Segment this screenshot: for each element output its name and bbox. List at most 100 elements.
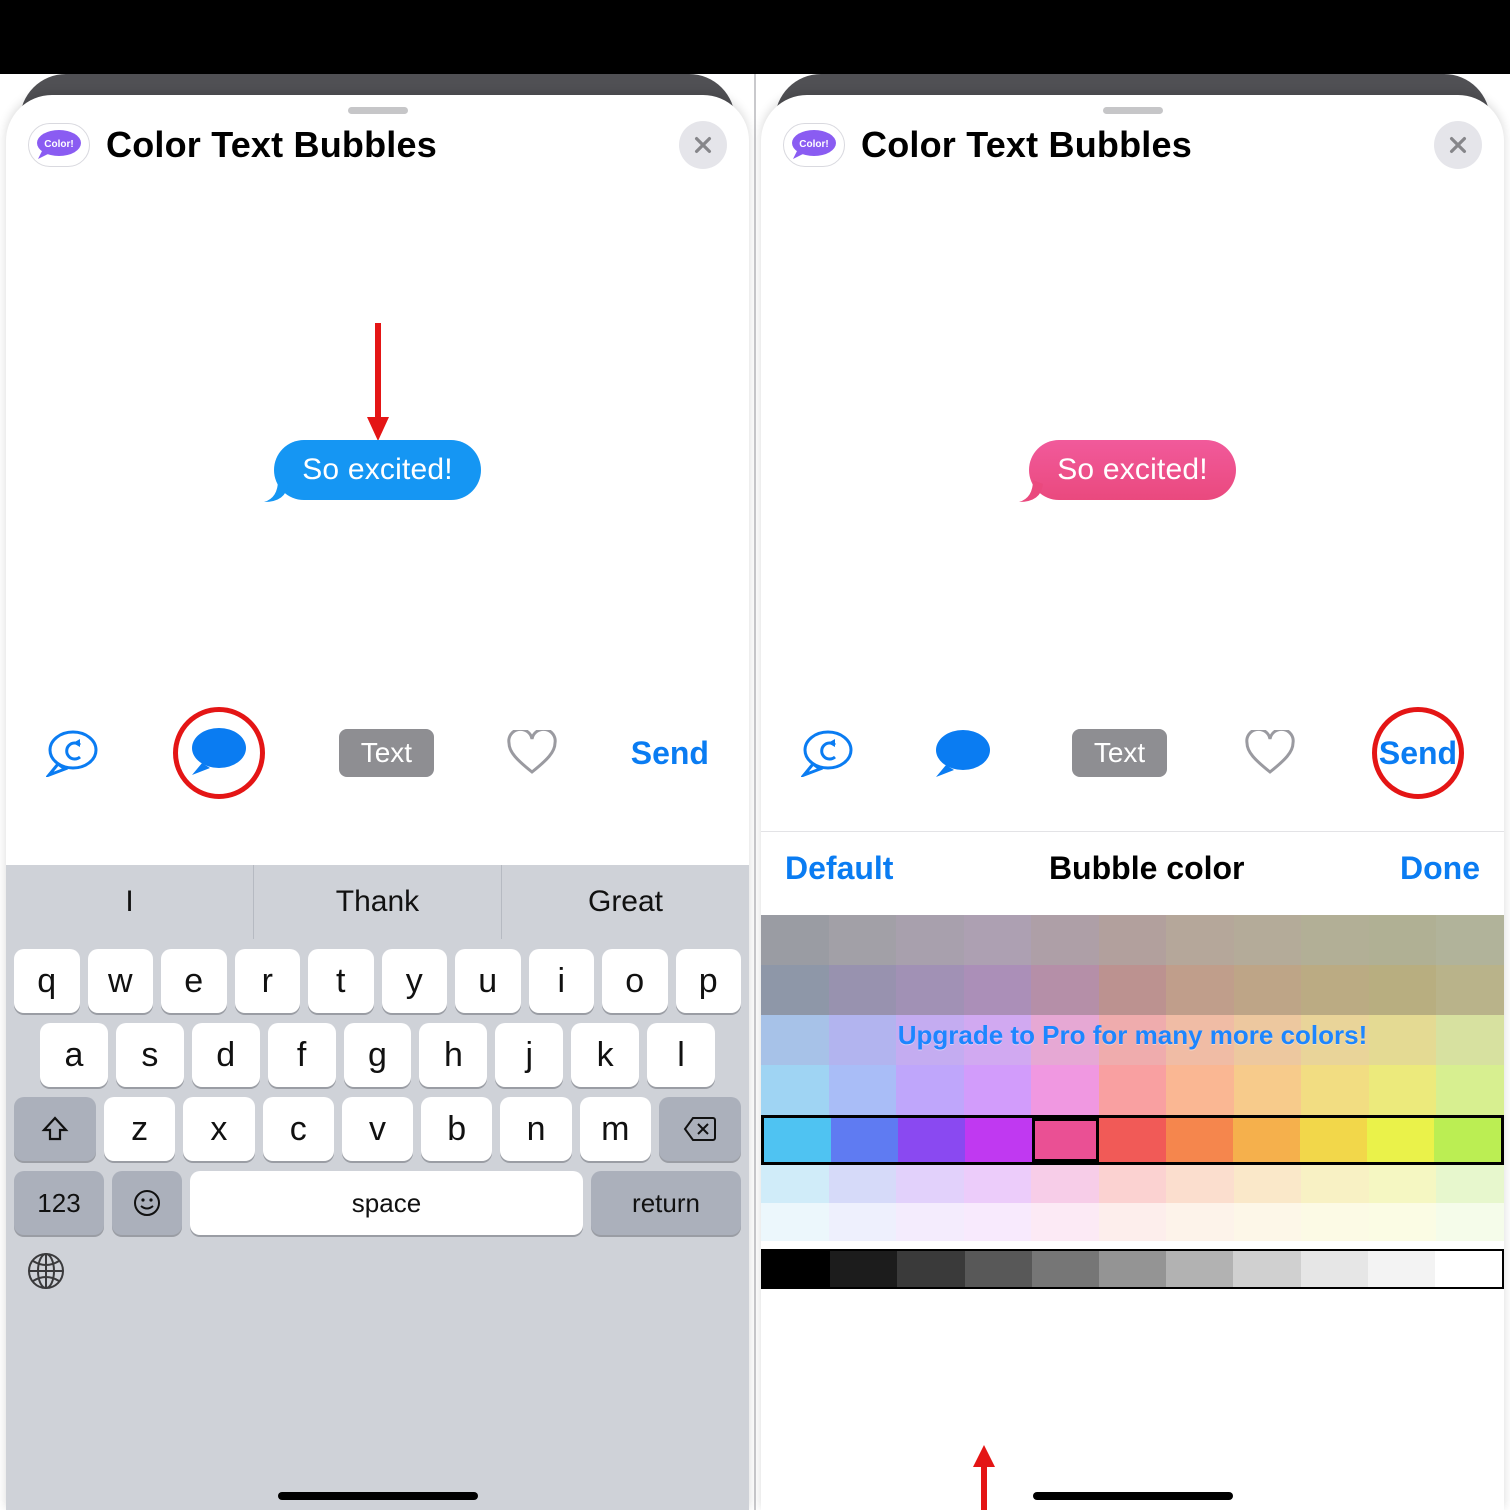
color-swatch[interactable] — [1436, 1065, 1504, 1115]
undo-bubble-button[interactable] — [801, 729, 855, 777]
return-key[interactable]: return — [591, 1171, 741, 1235]
color-swatch[interactable] — [1234, 1203, 1302, 1241]
color-swatch[interactable] — [829, 965, 897, 1015]
color-swatch[interactable] — [1032, 1118, 1099, 1162]
key[interactable]: l — [647, 1023, 715, 1087]
color-swatch[interactable] — [764, 1118, 831, 1162]
key[interactable]: s — [116, 1023, 184, 1087]
key[interactable]: k — [571, 1023, 639, 1087]
color-swatch[interactable] — [1436, 1165, 1504, 1203]
color-swatch[interactable] — [1436, 915, 1504, 965]
key[interactable]: o — [602, 949, 668, 1013]
default-button[interactable]: Default — [785, 850, 893, 887]
color-swatch[interactable] — [1369, 965, 1437, 1015]
color-swatch[interactable] — [1369, 915, 1437, 965]
space-key[interactable]: space — [190, 1171, 583, 1235]
bubble-color-button[interactable] — [188, 725, 250, 782]
key[interactable]: c — [263, 1097, 334, 1161]
key[interactable]: z — [104, 1097, 175, 1161]
color-swatch[interactable] — [898, 1118, 965, 1162]
backspace-key[interactable] — [659, 1097, 741, 1161]
prediction[interactable]: Great — [502, 865, 749, 939]
key[interactable]: d — [192, 1023, 260, 1087]
key[interactable]: u — [455, 949, 521, 1013]
color-swatch[interactable] — [1301, 1165, 1369, 1203]
close-button[interactable] — [679, 121, 727, 169]
color-swatch[interactable] — [1301, 1251, 1368, 1287]
home-indicator[interactable] — [1033, 1492, 1233, 1500]
color-swatch[interactable] — [1300, 1118, 1367, 1162]
emoji-key[interactable] — [112, 1171, 182, 1235]
color-swatch[interactable] — [1031, 1165, 1099, 1203]
shift-key[interactable] — [14, 1097, 96, 1161]
color-swatch[interactable] — [1031, 965, 1099, 1015]
color-swatch[interactable] — [761, 1065, 829, 1115]
sheet-grabber[interactable] — [348, 107, 408, 114]
key[interactable]: a — [40, 1023, 108, 1087]
color-swatch[interactable] — [964, 1065, 1032, 1115]
send-button[interactable]: Send — [1379, 735, 1457, 772]
color-swatch[interactable] — [965, 1118, 1032, 1162]
key[interactable]: w — [88, 949, 154, 1013]
color-swatch[interactable] — [1099, 1251, 1166, 1287]
color-swatch[interactable] — [761, 1165, 829, 1203]
color-swatch[interactable] — [1434, 1118, 1501, 1162]
upgrade-banner[interactable]: Upgrade to Pro for many more colors! — [761, 1020, 1504, 1051]
color-swatch[interactable] — [1166, 1165, 1234, 1203]
color-swatch[interactable] — [1369, 1165, 1437, 1203]
color-swatch[interactable] — [1369, 1065, 1437, 1115]
key[interactable]: i — [529, 949, 595, 1013]
color-swatch[interactable] — [1234, 1165, 1302, 1203]
color-swatch[interactable] — [1367, 1118, 1434, 1162]
color-swatch[interactable] — [964, 1203, 1032, 1241]
color-swatch[interactable] — [1099, 965, 1167, 1015]
undo-bubble-button[interactable] — [46, 729, 100, 777]
sheet-grabber[interactable] — [1103, 107, 1163, 114]
color-swatch[interactable] — [1234, 965, 1302, 1015]
key[interactable]: q — [14, 949, 80, 1013]
color-swatch[interactable] — [897, 1251, 964, 1287]
color-swatch[interactable] — [763, 1251, 830, 1287]
key[interactable]: n — [500, 1097, 571, 1161]
color-swatch[interactable] — [1099, 915, 1167, 965]
text-style-button[interactable]: Text — [1072, 729, 1167, 777]
color-swatch[interactable] — [829, 915, 897, 965]
color-swatch[interactable] — [1369, 1203, 1437, 1241]
color-swatch[interactable] — [1233, 1118, 1300, 1162]
color-swatch[interactable] — [1166, 965, 1234, 1015]
color-swatch[interactable] — [1099, 1118, 1166, 1162]
color-swatch[interactable] — [1301, 965, 1369, 1015]
color-swatch[interactable] — [1099, 1203, 1167, 1241]
prediction[interactable]: Thank — [254, 865, 502, 939]
key[interactable]: f — [268, 1023, 336, 1087]
color-swatch[interactable] — [964, 915, 1032, 965]
color-swatch[interactable] — [896, 915, 964, 965]
text-style-button[interactable]: Text — [339, 729, 434, 777]
color-swatch[interactable] — [896, 1165, 964, 1203]
key[interactable]: j — [495, 1023, 563, 1087]
color-swatch[interactable] — [1166, 915, 1234, 965]
color-swatch[interactable] — [761, 1203, 829, 1241]
key[interactable]: h — [419, 1023, 487, 1087]
color-swatch[interactable] — [1436, 1203, 1504, 1241]
key[interactable]: g — [344, 1023, 412, 1087]
color-swatch[interactable] — [829, 1203, 897, 1241]
color-swatch[interactable] — [1368, 1251, 1435, 1287]
color-swatch[interactable] — [896, 965, 964, 1015]
favorite-button[interactable] — [507, 730, 557, 776]
color-swatch[interactable] — [1032, 1251, 1099, 1287]
color-swatch[interactable] — [1166, 1118, 1233, 1162]
color-swatch[interactable] — [1436, 965, 1504, 1015]
color-swatch[interactable] — [761, 965, 829, 1015]
color-swatch[interactable] — [965, 1251, 1032, 1287]
color-swatch[interactable] — [1301, 1203, 1369, 1241]
send-button[interactable]: Send — [631, 735, 709, 772]
color-swatch[interactable] — [964, 1165, 1032, 1203]
color-swatch[interactable] — [1099, 1065, 1167, 1115]
color-swatch[interactable] — [1301, 915, 1369, 965]
key[interactable]: b — [421, 1097, 492, 1161]
color-swatch[interactable] — [829, 1065, 897, 1115]
color-swatch[interactable] — [1233, 1251, 1300, 1287]
color-swatch[interactable] — [830, 1251, 897, 1287]
prediction[interactable]: I — [6, 865, 254, 939]
